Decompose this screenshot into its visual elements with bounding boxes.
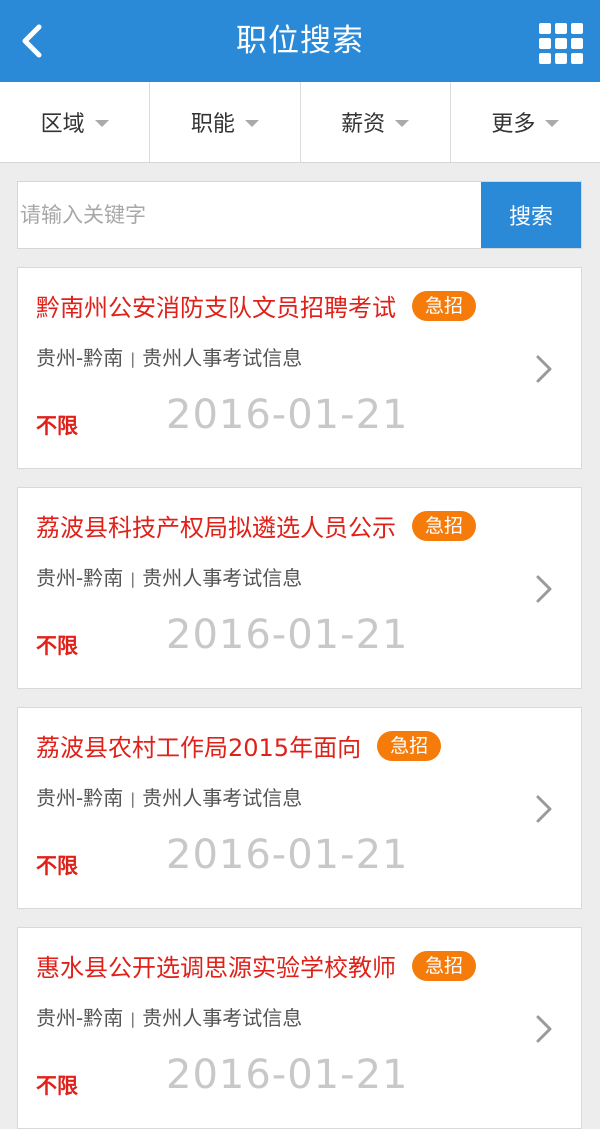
chevron-right-icon: [536, 355, 552, 383]
search-bar: 搜索: [17, 181, 582, 249]
job-date: 2016-01-21: [166, 1052, 409, 1098]
job-salary: 不限: [36, 1074, 78, 1098]
job-title-row: 惠水县公开选调思源实验学校教师 急招: [36, 948, 477, 983]
job-location: 贵州-黔南: [36, 1006, 124, 1030]
filter-label: 更多: [491, 112, 536, 137]
job-title: 荔波县农村工作局2015年面向: [36, 734, 362, 762]
job-location: 贵州-黔南: [36, 566, 124, 590]
job-meta: 贵州-黔南 | 贵州人事考试信息: [36, 782, 302, 811]
caret-down-icon: [94, 119, 109, 127]
separator: |: [130, 570, 136, 588]
job-card[interactable]: 惠水县公开选调思源实验学校教师 急招 贵州-黔南 | 贵州人事考试信息 不限 201…: [17, 927, 582, 1129]
search-button[interactable]: 搜索: [481, 182, 581, 248]
chevron-right-icon: [536, 795, 552, 823]
filter-label: 薪资: [341, 112, 386, 137]
job-location: 贵州-黔南: [36, 346, 124, 370]
job-meta: 贵州-黔南 | 贵州人事考试信息: [36, 1002, 302, 1031]
job-title-row: 黔南州公安消防支队文员招聘考试 急招: [36, 288, 477, 323]
search-input[interactable]: [18, 182, 481, 248]
urgent-badge: 急招: [412, 510, 477, 541]
urgent-badge: 急招: [412, 950, 477, 981]
job-card[interactable]: 黔南州公安消防支队文员招聘考试 急招 贵州-黔南 | 贵州人事考试信息 不限 201…: [17, 267, 582, 469]
page-title: 职位搜索: [236, 23, 364, 59]
job-date: 2016-01-21: [166, 612, 409, 658]
menu-button[interactable]: [538, 22, 584, 64]
urgent-badge: 急招: [377, 730, 442, 761]
job-title: 荔波县科技产权局拟遴选人员公示: [36, 514, 396, 542]
job-salary: 不限: [36, 854, 78, 878]
job-source: 贵州人事考试信息: [142, 786, 303, 810]
job-source: 贵州人事考试信息: [142, 566, 303, 590]
separator: |: [130, 350, 136, 368]
job-source: 贵州人事考试信息: [142, 346, 303, 370]
job-date: 2016-01-21: [166, 392, 409, 438]
job-card[interactable]: 荔波县农村工作局2015年面向 急招 贵州-黔南 | 贵州人事考试信息 不限 201…: [17, 707, 582, 909]
job-source: 贵州人事考试信息: [142, 1006, 303, 1030]
job-title-row: 荔波县科技产权局拟遴选人员公示 急招: [36, 508, 477, 543]
app-header: 职位搜索: [0, 0, 600, 82]
filter-region[interactable]: 区域: [0, 82, 151, 162]
filter-bar: 区域 职能 薪资 更多: [0, 82, 600, 163]
separator: |: [130, 790, 136, 808]
filter-salary[interactable]: 薪资: [301, 82, 451, 162]
grid-icon: [539, 23, 583, 64]
job-title: 惠水县公开选调思源实验学校教师: [36, 954, 396, 982]
separator: |: [130, 1010, 136, 1028]
filter-label: 职能: [190, 112, 235, 137]
job-salary: 不限: [36, 414, 78, 438]
urgent-badge: 急招: [412, 290, 477, 321]
job-salary: 不限: [36, 634, 78, 658]
filter-label: 区域: [40, 112, 85, 137]
job-title-row: 荔波县农村工作局2015年面向 急招: [36, 728, 442, 763]
filter-more[interactable]: 更多: [451, 82, 600, 162]
caret-down-icon: [395, 119, 410, 127]
caret-down-icon: [244, 119, 259, 127]
chevron-right-icon: [536, 1015, 552, 1043]
job-location: 贵州-黔南: [36, 786, 124, 810]
job-meta: 贵州-黔南 | 贵州人事考试信息: [36, 342, 302, 371]
chevron-right-icon: [536, 575, 552, 603]
job-date: 2016-01-21: [166, 832, 409, 878]
filter-function[interactable]: 职能: [150, 82, 301, 162]
job-title: 黔南州公安消防支队文员招聘考试: [36, 294, 396, 322]
caret-down-icon: [545, 119, 560, 127]
job-meta: 贵州-黔南 | 贵州人事考试信息: [36, 562, 302, 591]
job-card[interactable]: 荔波县科技产权局拟遴选人员公示 急招 贵州-黔南 | 贵州人事考试信息 不限 201…: [17, 487, 582, 689]
